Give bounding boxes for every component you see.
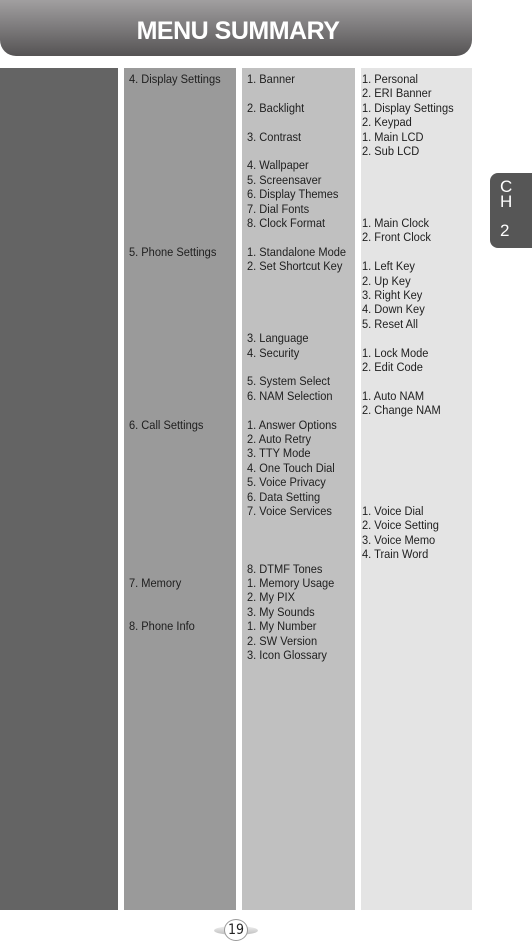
menu-item-level3: 2. Auto Retry	[247, 432, 311, 446]
menu-item-level4: 1. Left Key	[362, 259, 415, 274]
menu-item-level4: 1. Main LCD	[362, 129, 424, 144]
menu-item-level4: 2. Up Key	[362, 273, 411, 288]
menu-item-level3: 2. Set Shortcut Key	[247, 259, 343, 274]
menu-item-level4: 3. Voice Memo	[362, 532, 436, 547]
menu-item-level3: 4. Security	[247, 345, 300, 360]
menu-item-level3: 6. Display Themes	[247, 187, 339, 202]
page-number-badge: 19	[214, 919, 258, 941]
menu-item-level4: 2. Voice Setting	[362, 518, 439, 533]
menu-item-level2: 4. Display Settings	[129, 72, 221, 86]
menu-item-level4: 1. Voice Dial	[362, 504, 424, 518]
menu-item-level4: 4. Train Word	[362, 547, 429, 562]
menu-item-level4: 1. Lock Mode	[362, 345, 429, 360]
menu-item-level4: 1. Main Clock	[362, 216, 430, 230]
menu-item-level4: 2. Change NAM	[362, 403, 441, 418]
menu-item-level3: 3. Icon Glossary	[247, 648, 327, 662]
menu-item-level2: 7. Memory	[129, 576, 182, 590]
menu-item-level3: 2. SW Version	[247, 633, 318, 648]
menu-item-level3: 7. Dial Fonts	[247, 201, 310, 216]
menu-item-level2: 6. Call Settings	[129, 417, 204, 432]
chapter-number: 2	[500, 221, 510, 240]
menu-item-level3: 1. Standalone Mode	[247, 244, 347, 259]
column-level2-menu: 4. Display Settings 5. Phone Settings 6. C…	[124, 68, 236, 910]
menu-item-level3: 1. Memory Usage	[247, 576, 335, 590]
menu-item-level3: 4. One Touch Dial	[247, 460, 335, 475]
chapter-tab: C H 2	[490, 173, 532, 248]
menu-item-level3: 2. My PIX	[247, 590, 295, 605]
menu-item-level4: 2. Sub LCD	[362, 144, 420, 158]
menu-item-level4: 2. ERI Banner	[362, 86, 432, 101]
menu-item-level3: 1. Banner	[247, 72, 295, 86]
menu-item-level2: 8. Phone Info	[129, 619, 195, 634]
menu-item-level4: 2. Edit Code	[362, 360, 423, 374]
menu-item-level4: 1. Auto NAM	[362, 388, 425, 403]
menu-item-level4: 1. Personal	[362, 72, 418, 86]
menu-item-level3: 1. Answer Options	[247, 417, 337, 432]
menu-item-level3: 5. Screensaver	[247, 172, 322, 187]
menu-item-level3: 3. TTY Mode	[247, 446, 311, 461]
menu-item-level3: 3. My Sounds	[247, 604, 315, 619]
menu-item-level3: 5. Voice Privacy	[247, 475, 326, 490]
menu-item-level3: 5. System Select	[247, 374, 331, 389]
page-header-banner: MENU SUMMARY	[0, 0, 472, 56]
menu-item-level3: 7. Voice Services	[247, 504, 332, 518]
menu-item-level3: 6. Data Setting	[247, 489, 321, 504]
menu-item-level3: 6. NAM Selection	[247, 388, 333, 403]
column-level3-menu: 1. Banner 2. Backlight 3. Contrast 4. Wallp…	[242, 68, 355, 910]
menu-item-level3: 3. Language	[247, 331, 309, 346]
menu-item-level3: 4. Wallpaper	[247, 158, 309, 173]
menu-item-level3: 2. Backlight	[247, 100, 305, 115]
menu-item-level3: 8. DTMF Tones	[247, 561, 323, 576]
menu-item-level4: 4. Down Key	[362, 302, 425, 317]
page-title: MENU SUMMARY	[136, 16, 340, 45]
menu-item-level4: 2. Front Clock	[362, 230, 431, 245]
column-level1-menu	[0, 68, 118, 910]
menu-item-level2: 5. Phone Settings	[129, 244, 217, 259]
page-number: 19	[224, 919, 248, 941]
menu-item-level4: 2. Keypad	[362, 115, 412, 130]
menu-item-level4: 5. Reset All	[362, 316, 418, 331]
menu-item-level4: 3. Right Key	[362, 288, 423, 302]
column-level4-menu: 1. Personal 2. ERI Banner 1. Display Setti…	[361, 68, 472, 910]
menu-item-level3: 3. Contrast	[247, 129, 302, 144]
menu-item-level3: 8. Clock Format	[247, 216, 326, 230]
menu-item-level3: 1. My Number	[247, 619, 317, 634]
chapter-tab-letter-h: H	[500, 192, 513, 211]
menu-item-level4: 1. Display Settings	[362, 100, 454, 115]
